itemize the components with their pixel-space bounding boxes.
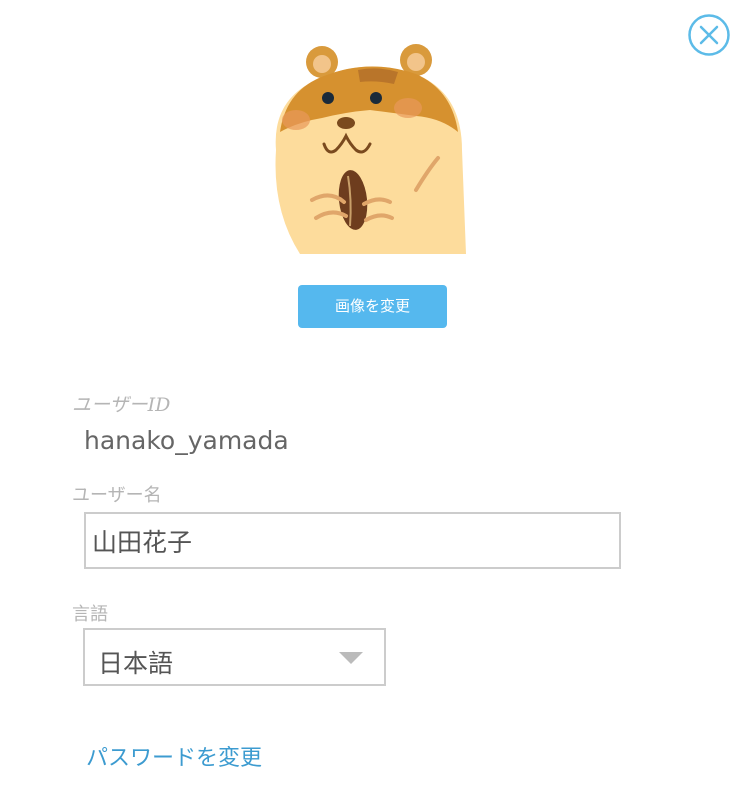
language-selected-value: 日本語 — [98, 649, 174, 678]
user-id-value: hanako_yamada — [84, 426, 289, 455]
hamster-avatar-icon — [275, 44, 466, 254]
chevron-down-icon — [339, 652, 363, 664]
avatar — [266, 40, 472, 254]
change-image-button[interactable]: 画像を変更 — [298, 285, 447, 328]
language-label: 言語 — [72, 604, 108, 625]
user-id-label: ユーザーID — [72, 394, 171, 416]
close-icon — [688, 14, 730, 56]
user-name-label: ユーザー名 — [72, 485, 162, 506]
change-password-link[interactable]: パスワードを変更 — [86, 740, 262, 772]
user-name-input[interactable] — [84, 512, 621, 569]
language-select[interactable]: 日本語 — [83, 628, 386, 686]
close-button[interactable] — [688, 14, 730, 56]
